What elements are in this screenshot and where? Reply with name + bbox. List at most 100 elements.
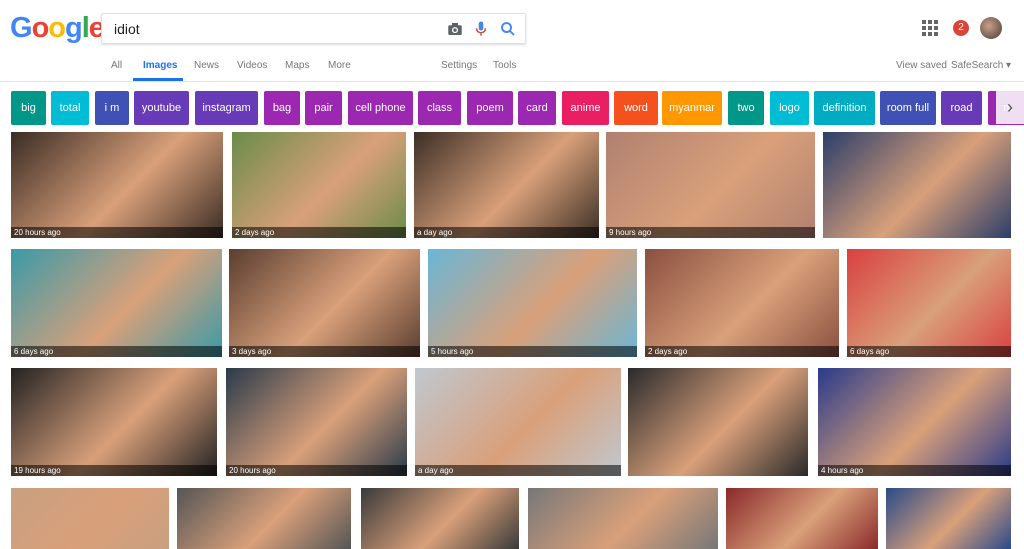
image-result[interactable] [823,132,1011,238]
image-results-grid: 20 hours ago 2 days ago a day ago 9 hours a… [0,128,1024,549]
chip-myanmar[interactable]: myanmar [662,91,722,125]
result-thumbnail [818,368,1011,476]
time-badge: 20 hours ago [11,227,223,238]
chip-bag[interactable]: bag [264,91,300,125]
chip-cell-phone[interactable]: cell phone [348,91,413,125]
result-thumbnail [177,488,351,549]
chip-card[interactable]: card [518,91,556,125]
result-thumbnail [229,249,420,357]
result-thumbnail [11,368,217,476]
image-result[interactable] [528,488,718,549]
image-result[interactable]: 20 hours ago [11,132,223,238]
tab-news[interactable]: News [194,60,219,71]
chip-youtube[interactable]: youtube [134,91,189,125]
image-result[interactable]: 4 hours ago [818,368,1011,476]
time-badge: 9 hours ago [606,227,815,238]
image-result[interactable]: 20 hours ago [226,368,407,476]
chip-total[interactable]: total [51,91,89,125]
notifications-badge[interactable]: 2 [953,20,969,36]
chip-anime[interactable]: anime [562,91,609,125]
image-result[interactable]: 6 days ago [11,249,222,357]
result-thumbnail [226,368,407,476]
result-thumbnail [361,488,519,549]
apps-grid-icon[interactable] [921,19,939,37]
safesearch-menu[interactable]: SafeSearch ▾ [951,60,1011,71]
time-badge: 4 hours ago [818,465,1011,476]
chip-big[interactable]: big [11,91,46,125]
active-tab-indicator [133,78,183,81]
result-thumbnail [606,132,815,238]
result-thumbnail [415,368,621,476]
result-thumbnail [232,132,406,238]
time-badge: 20 hours ago [226,465,407,476]
result-thumbnail [528,488,718,549]
chip-i-m[interactable]: i m [95,91,129,125]
camera-icon[interactable] [446,20,464,38]
result-thumbnail [11,249,222,357]
image-result[interactable] [11,488,169,549]
image-result[interactable]: 9 hours ago [606,132,815,238]
avatar[interactable] [980,17,1002,39]
logo-letter: G [10,12,33,44]
time-badge: a day ago [414,227,599,238]
chip-word[interactable]: word [614,91,658,125]
tab-tools[interactable]: Tools [493,60,516,71]
time-badge: 19 hours ago [11,465,217,476]
tab-all[interactable]: All [111,60,122,71]
time-badge: 3 days ago [229,346,420,357]
image-result[interactable]: 6 days ago [847,249,1011,357]
chip-two[interactable]: two [728,91,764,125]
chip-pair[interactable]: pair [305,91,342,125]
image-result[interactable] [361,488,519,549]
image-result[interactable]: 3 days ago [229,249,420,357]
logo-letter: o [31,12,50,44]
header: Google idiot All Images News Videos Maps… [0,0,1024,82]
chip-road[interactable]: road [941,91,982,125]
search-box[interactable]: idiot [101,13,526,44]
result-thumbnail [11,132,223,238]
image-result[interactable]: a day ago [414,132,599,238]
result-thumbnail [628,368,808,476]
image-result[interactable] [177,488,351,549]
image-result[interactable] [726,488,878,549]
image-result[interactable]: 2 days ago [645,249,839,357]
search-input[interactable]: idiot [114,21,140,37]
chevron-right-icon[interactable]: › [996,90,1024,124]
tab-settings[interactable]: Settings [441,60,477,71]
time-badge: 5 hours ago [428,346,637,357]
search-icon[interactable] [499,20,517,38]
result-thumbnail [726,488,878,549]
tab-images[interactable]: Images [143,60,177,71]
tab-maps[interactable]: Maps [285,60,309,71]
image-result[interactable]: 2 days ago [232,132,406,238]
logo-letter: o [48,12,66,44]
image-result[interactable]: a day ago [415,368,621,476]
time-badge: 6 days ago [847,346,1011,357]
chip-definition[interactable]: definition [814,91,875,125]
chip-instagram[interactable]: instagram [195,91,258,125]
result-thumbnail [886,488,1011,549]
microphone-icon[interactable] [472,20,490,38]
result-thumbnail [11,488,169,549]
time-badge: a day ago [415,465,621,476]
image-result[interactable] [886,488,1011,549]
result-thumbnail [847,249,1011,357]
time-badge: 6 days ago [11,346,222,357]
tab-more[interactable]: More [328,60,351,71]
result-thumbnail [823,132,1011,238]
related-search-chips: big total i m youtube instagram bag pair cell p… [0,84,1024,130]
time-badge: 2 days ago [645,346,839,357]
chip-class[interactable]: class [418,91,461,125]
logo-letter: g [65,12,83,44]
result-thumbnail [428,249,637,357]
image-result[interactable]: 19 hours ago [11,368,217,476]
google-logo[interactable]: Google [10,12,105,45]
image-result[interactable]: 5 hours ago [428,249,637,357]
chip-logo[interactable]: logo [770,91,809,125]
chip-room-full[interactable]: room full [880,91,936,125]
result-thumbnail [645,249,839,357]
view-saved-link[interactable]: View saved [896,60,947,71]
tab-videos[interactable]: Videos [237,60,267,71]
image-result[interactable] [628,368,808,476]
chip-poem[interactable]: poem [467,91,513,125]
